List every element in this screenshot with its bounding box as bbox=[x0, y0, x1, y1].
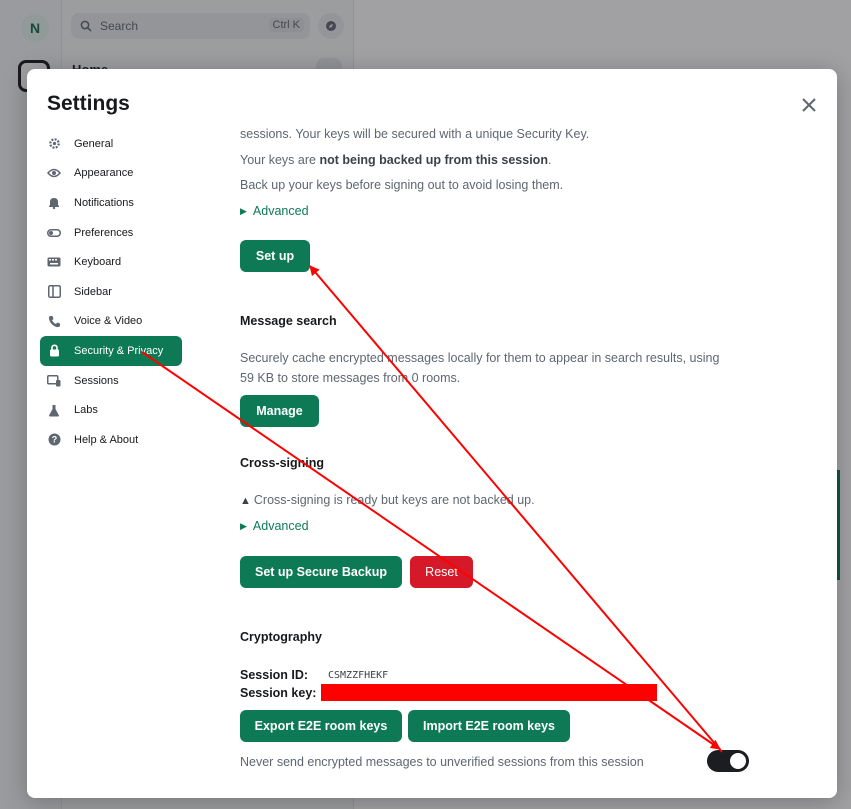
help-icon: ? bbox=[47, 433, 61, 447]
close-button[interactable] bbox=[799, 95, 819, 115]
eye-icon bbox=[47, 166, 61, 180]
nav-item-security-privacy[interactable]: Security & Privacy bbox=[40, 336, 182, 366]
dialog-title: Settings bbox=[47, 92, 130, 115]
never-send-toggle[interactable] bbox=[707, 750, 749, 772]
keyboard-icon bbox=[47, 255, 61, 269]
svg-text:?: ? bbox=[51, 435, 57, 445]
bell-icon bbox=[47, 196, 61, 210]
devices-icon bbox=[47, 374, 61, 388]
nav-label: Keyboard bbox=[74, 256, 122, 269]
nav-item-appearance[interactable]: Appearance bbox=[40, 159, 220, 189]
nav-item-labs[interactable]: Labs bbox=[40, 395, 220, 425]
backup-description: sessions. Your keys will be secured with… bbox=[240, 127, 590, 141]
message-search-heading: Message search bbox=[240, 314, 337, 328]
backup-advice: Back up your keys before signing out to … bbox=[240, 178, 564, 192]
nav-label: Labs bbox=[74, 404, 98, 417]
message-search-usage: 59 KB to store messages from 0 rooms. bbox=[240, 371, 461, 385]
phone-icon bbox=[47, 314, 61, 328]
cryptography-heading: Cryptography bbox=[240, 630, 322, 644]
nav-item-sessions[interactable]: Sessions bbox=[40, 366, 220, 396]
session-key-label: Session key: bbox=[240, 686, 317, 700]
warning-icon: ▲ bbox=[240, 495, 251, 507]
expand-triangle-icon: ▶ bbox=[240, 206, 247, 216]
never-send-label: Never send encrypted messages to unverif… bbox=[240, 755, 644, 769]
session-id-label: Session ID: bbox=[240, 668, 309, 682]
nav-label: General bbox=[74, 137, 114, 150]
nav-label: Voice & Video bbox=[74, 315, 143, 328]
nav-item-help-about[interactable]: ? Help & About bbox=[40, 425, 220, 455]
expand-triangle-icon: ▶ bbox=[240, 521, 247, 531]
flask-icon bbox=[47, 403, 61, 417]
nav-label: Notifications bbox=[74, 196, 134, 209]
manage-button[interactable]: Manage bbox=[240, 395, 319, 427]
nav-label: Sidebar bbox=[74, 285, 112, 298]
cross-signing-advanced-toggle[interactable]: ▶ Advanced bbox=[240, 519, 309, 533]
session-id-value: CSMZZFHEKF bbox=[328, 670, 389, 681]
nav-label: Preferences bbox=[74, 226, 134, 239]
nav-label: Security & Privacy bbox=[74, 344, 164, 357]
cross-signing-status: ▲ Cross-signing is ready but keys are not… bbox=[240, 493, 535, 507]
nav-item-preferences[interactable]: Preferences bbox=[40, 218, 220, 248]
lock-icon bbox=[47, 344, 61, 358]
session-key-redaction bbox=[321, 684, 657, 701]
nav-item-keyboard[interactable]: Keyboard bbox=[40, 247, 220, 277]
setup-secure-backup-button[interactable]: Set up Secure Backup bbox=[240, 556, 402, 588]
toggle-knob bbox=[730, 753, 746, 769]
nav-label: Appearance bbox=[74, 167, 134, 180]
settings-nav: General Appearance Notifications Prefere… bbox=[40, 129, 220, 455]
toggle-icon bbox=[47, 226, 61, 240]
export-keys-button[interactable]: Export E2E room keys bbox=[240, 710, 402, 742]
nav-label: Sessions bbox=[74, 374, 119, 387]
import-keys-button[interactable]: Import E2E room keys bbox=[408, 710, 570, 742]
nav-item-general[interactable]: General bbox=[40, 129, 220, 159]
nav-item-voice-video[interactable]: Voice & Video bbox=[40, 307, 220, 337]
backup-status: Your keys are not being backed up from t… bbox=[240, 153, 552, 167]
settings-dialog: Settings General Appearance Notification… bbox=[27, 69, 837, 798]
sidebar-icon bbox=[47, 285, 61, 299]
cross-signing-heading: Cross-signing bbox=[240, 456, 325, 470]
backup-advanced-toggle[interactable]: ▶ Advanced bbox=[240, 204, 309, 218]
reset-cross-signing-button[interactable]: Reset bbox=[410, 556, 473, 588]
message-search-description: Securely cache encrypted messages locall… bbox=[240, 351, 720, 365]
nav-item-sidebar[interactable]: Sidebar bbox=[40, 277, 220, 307]
setup-backup-button[interactable]: Set up bbox=[240, 240, 310, 272]
gear-icon bbox=[47, 137, 61, 151]
nav-item-notifications[interactable]: Notifications bbox=[40, 188, 220, 218]
nav-label: Help & About bbox=[74, 433, 139, 446]
close-icon bbox=[802, 98, 816, 112]
